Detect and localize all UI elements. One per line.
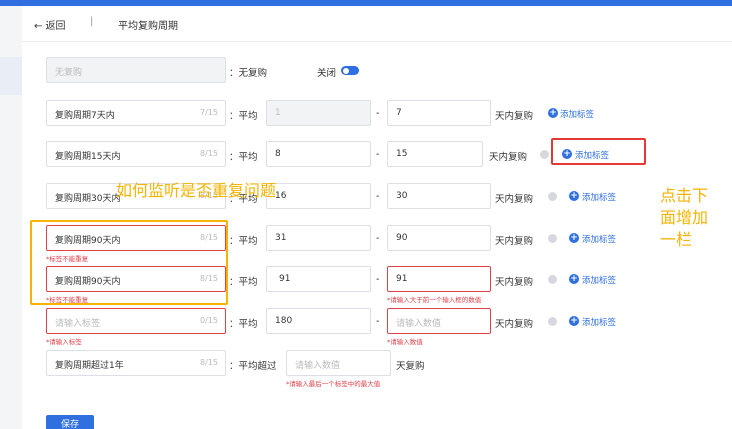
- annotation-click-1: 点击下: [660, 186, 709, 205]
- suffix-2: 天内复购: [489, 152, 528, 163]
- max-error-5: *请输入大于前一个输入框的数值: [387, 296, 482, 304]
- no-repurchase-toggle[interactable]: [341, 66, 359, 75]
- min-input-2[interactable]: 8: [266, 141, 371, 167]
- save-button[interactable]: 保存: [46, 415, 94, 429]
- max-input-4[interactable]: 90: [387, 225, 491, 251]
- max-input-1[interactable]: 7: [387, 100, 491, 126]
- suffix-4: 天内复购: [495, 236, 534, 247]
- suffix-3: 天内复购: [495, 194, 534, 205]
- left-sidebar: [0, 6, 22, 429]
- add-icon[interactable]: +: [569, 191, 579, 201]
- no-repurchase-label: ：无复购: [229, 68, 268, 79]
- last-tag-input[interactable]: 复购周期超过1年 8/15: [46, 350, 226, 376]
- min-input-5[interactable]: 91: [266, 266, 371, 292]
- add-icon[interactable]: +: [548, 108, 558, 118]
- max-input-6[interactable]: 请输入数值: [387, 308, 491, 334]
- range-dash: -: [376, 316, 380, 327]
- annotation-box: [30, 220, 228, 305]
- annotation-click-3: 一栏: [660, 230, 693, 249]
- header-separator: |: [90, 16, 94, 27]
- suffix-5: 天内复购: [495, 277, 534, 288]
- min-input-4[interactable]: 31: [266, 225, 371, 251]
- tag-input-6[interactable]: 请输入标签 0/15: [46, 308, 226, 334]
- min-input-1: 1: [266, 100, 371, 126]
- annotation-question: 如何监听是否重复问题: [116, 181, 277, 200]
- suffix-1: 天内复购: [495, 111, 534, 122]
- range-dash: -: [376, 149, 380, 160]
- label-error-6: *请输入标签: [46, 338, 82, 346]
- avg-label-5: ：平均: [229, 277, 258, 288]
- remove-icon[interactable]: [548, 234, 557, 243]
- tag-input-1[interactable]: 复购周期7天内 7/15: [46, 100, 226, 126]
- min-input-3[interactable]: 16: [266, 183, 371, 209]
- tag-input-2[interactable]: 复购周期15天内 8/15: [46, 141, 226, 167]
- page-title: 平均复购周期: [118, 21, 178, 32]
- avg-label-6: ：平均: [229, 319, 258, 330]
- suffix-6: 天内复购: [495, 319, 534, 330]
- min-input-6[interactable]: 180: [266, 308, 371, 334]
- range-dash: -: [376, 274, 380, 285]
- avg-label-4: ：平均: [229, 236, 258, 247]
- add-tag-button-6[interactable]: 添加标签: [582, 316, 616, 328]
- annotation-click-2: 面增加: [660, 208, 709, 227]
- add-icon[interactable]: +: [569, 316, 579, 326]
- add-tag-button-5[interactable]: 添加标签: [582, 274, 616, 286]
- add-tag-button-3[interactable]: 添加标签: [582, 191, 616, 203]
- max-input-2[interactable]: 15: [387, 141, 483, 167]
- remove-icon[interactable]: [548, 192, 557, 201]
- avg-over-label: ：平均超过: [229, 361, 277, 372]
- toggle-label: 关闭: [317, 68, 337, 79]
- last-value-input[interactable]: 请输入数值: [286, 350, 391, 376]
- highlight-box: [551, 138, 646, 165]
- range-dash: -: [376, 108, 380, 119]
- no-repurchase-field: 无复购: [46, 57, 226, 83]
- max-error-6: *请输入数值: [387, 338, 423, 346]
- page-header: ← 返回 | 平均复购周期: [22, 6, 732, 42]
- add-icon[interactable]: +: [569, 233, 579, 243]
- range-dash: -: [376, 233, 380, 244]
- back-link[interactable]: ← 返回: [34, 17, 66, 32]
- avg-label-2: ：平均: [229, 152, 258, 163]
- max-input-5[interactable]: 91: [387, 266, 491, 292]
- avg-label-1: ：平均: [229, 111, 258, 122]
- remove-icon[interactable]: [548, 275, 557, 284]
- add-icon[interactable]: +: [569, 274, 579, 284]
- range-dash: -: [376, 191, 380, 202]
- add-tag-button-1[interactable]: 添加标签: [560, 108, 594, 120]
- last-error: *请输入最后一个标签中的最大值: [286, 380, 381, 388]
- add-tag-button-4[interactable]: 添加标签: [582, 233, 616, 245]
- remove-icon[interactable]: [540, 150, 549, 159]
- remove-icon[interactable]: [548, 317, 557, 326]
- max-input-3[interactable]: 30: [387, 183, 491, 209]
- last-suffix: 天复购: [396, 361, 425, 372]
- sidebar-selected-item[interactable]: [0, 57, 22, 95]
